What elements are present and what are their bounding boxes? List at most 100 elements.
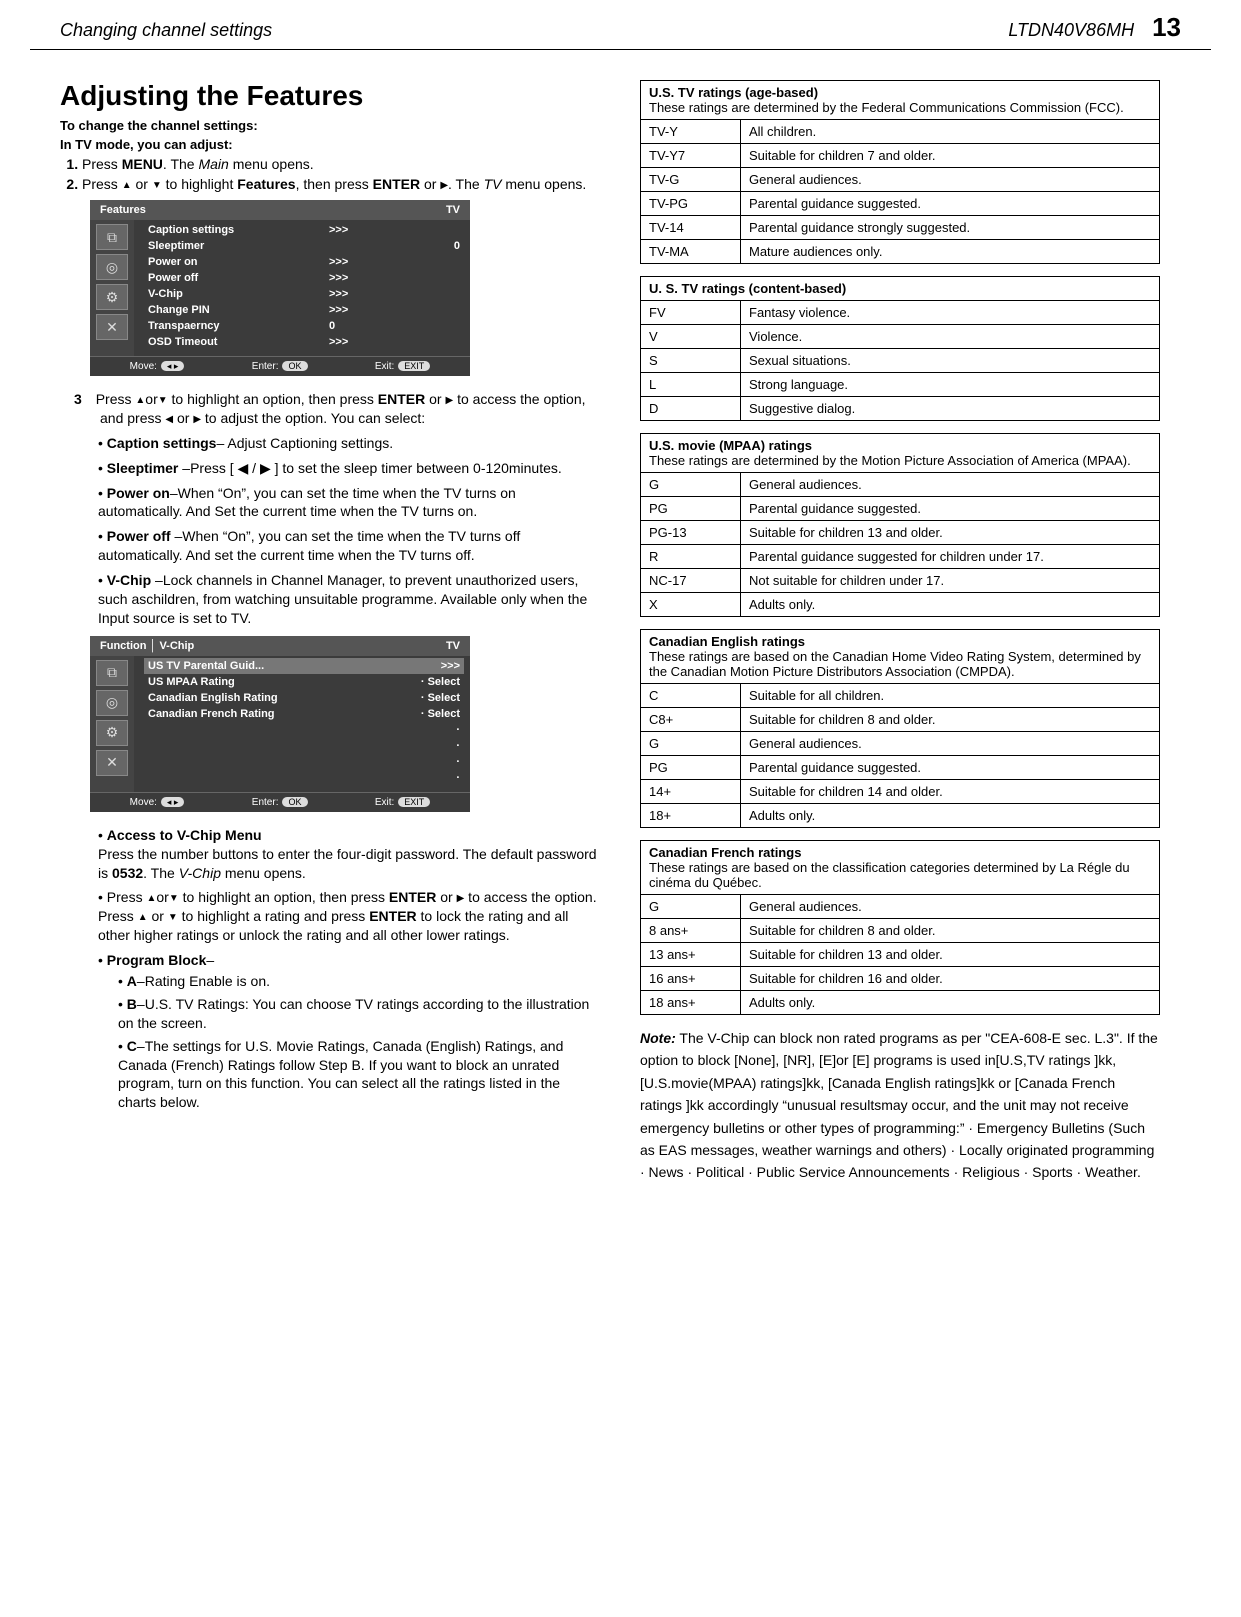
osd-row[interactable]: Power on>>> — [148, 254, 460, 270]
table-row: CSuitable for all children. — [641, 684, 1159, 707]
osd-row[interactable]: Transpaerncy0 — [148, 318, 460, 334]
vchip-press-bullet: Press ▲or▼ to highlight an option, then … — [98, 888, 600, 945]
step-1: Press MENU. The Main menu opens. — [82, 156, 600, 172]
table-row: GGeneral audiences. — [641, 895, 1159, 918]
table-row: DSuggestive dialog. — [641, 396, 1159, 420]
triangle-left-icon: ◀ — [165, 414, 173, 425]
triangle-up-icon: ▲ — [135, 395, 145, 406]
osd-row[interactable]: · — [148, 738, 460, 754]
table-row: SSexual situations. — [641, 348, 1159, 372]
page-title: Adjusting the Features — [60, 80, 600, 112]
table-row: TV-PGParental guidance suggested. — [641, 191, 1159, 215]
right-column: U.S. TV ratings (age-based)These ratings… — [640, 80, 1160, 1198]
table-row: GGeneral audiences. — [641, 473, 1159, 496]
tv-icon: ⧉ — [96, 224, 128, 250]
osd-row[interactable]: · — [148, 770, 460, 786]
osd-mode: TV — [446, 204, 460, 216]
gear-icon: ⚙ — [96, 284, 128, 310]
table-row: TV-YAll children. — [641, 120, 1159, 143]
table-row: TV-Y7Suitable for children 7 and older. — [641, 143, 1159, 167]
osd-row[interactable]: Canadian French Rating· Select — [148, 706, 460, 722]
table-row: PGParental guidance suggested. — [641, 496, 1159, 520]
table-row: LStrong language. — [641, 372, 1159, 396]
osd-row[interactable]: Power off>>> — [148, 270, 460, 286]
table-row: XAdults only. — [641, 592, 1159, 616]
triangle-right-icon: ▶ — [193, 414, 201, 425]
table-row: NC-17Not suitable for children under 17. — [641, 568, 1159, 592]
tools-icon: ✕ — [96, 750, 128, 776]
osd-mode: TV — [446, 640, 460, 652]
osd-row[interactable]: Caption settings>>> — [148, 222, 460, 238]
osd-row[interactable]: US MPAA Rating· Select — [148, 674, 460, 690]
feature-bullet: Caption settings– Adjust Captioning sett… — [98, 434, 600, 453]
triangle-right-icon: ▶ — [445, 395, 453, 406]
tuner-icon: ◎ — [96, 254, 128, 280]
table-row: TV-MAMature audiences only. — [641, 239, 1159, 263]
tv-icon: ⧉ — [96, 660, 128, 686]
header-page-number: 13 — [1152, 12, 1181, 43]
table-row: PG-13Suitable for children 13 and older. — [641, 520, 1159, 544]
osd-row[interactable]: · — [148, 722, 460, 738]
feature-bullet: Power off –When “On”, you can set the ti… — [98, 527, 600, 565]
osd-side-icons: ⧉ ◎ ⚙ ✕ — [90, 656, 134, 792]
arrows-icon: ◂ ▸ — [161, 361, 185, 371]
ok-button[interactable]: OK — [282, 797, 307, 807]
table-row: 16 ans+Suitable for children 16 and olde… — [641, 966, 1159, 990]
feature-bullet: Sleeptimer –Press [ ◀ / ▶ ] to set the s… — [98, 459, 600, 478]
osd-row[interactable]: Canadian English Rating· Select — [148, 690, 460, 706]
table-row: C8+Suitable for children 8 and older. — [641, 707, 1159, 731]
osd-title: Features — [100, 204, 146, 216]
triangle-down-icon: ▼ — [168, 912, 178, 923]
table-row: FVFantasy violence. — [641, 301, 1159, 324]
header-model: LTDN40V86MH — [1008, 20, 1134, 41]
step-2: Press ▲ or ▼ to highlight Features, then… — [82, 176, 600, 192]
exit-button[interactable]: EXIT — [398, 361, 430, 371]
ok-button[interactable]: OK — [282, 361, 307, 371]
vchip-access-bullet: Access to V-Chip Menu Press the number b… — [98, 826, 600, 883]
osd-side-icons: ⧉ ◎ ⚙ ✕ — [90, 220, 134, 356]
osd-row[interactable]: OSD Timeout>>> — [148, 334, 460, 350]
triangle-up-icon: ▲ — [146, 893, 156, 904]
page-header: Changing channel settings LTDN40V86MH 13 — [0, 0, 1241, 47]
table-row: RParental guidance suggested for childre… — [641, 544, 1159, 568]
note-paragraph: Note: The V-Chip can block non rated pro… — [640, 1027, 1160, 1184]
feature-bullet: V-Chip –Lock channels in Channel Manager… — [98, 571, 600, 628]
osd-title: V-Chip — [159, 640, 194, 652]
step-3: 3 Press ▲or▼ to highlight an option, the… — [100, 390, 600, 428]
intro-line-2: In TV mode, you can adjust: — [60, 137, 600, 152]
osd-row[interactable]: Change PIN>>> — [148, 302, 460, 318]
triangle-down-icon: ▼ — [169, 893, 179, 904]
us-mpaa-table: U.S. movie (MPAA) ratingsThese ratings a… — [640, 433, 1160, 617]
canadian-english-table: Canadian English ratingsThese ratings ar… — [640, 629, 1160, 828]
table-row: VViolence. — [641, 324, 1159, 348]
table-row: 18+Adults only. — [641, 803, 1159, 827]
canadian-french-table: Canadian French ratingsThese ratings are… — [640, 840, 1160, 1015]
table-row: 13 ans+Suitable for children 13 and olde… — [641, 942, 1159, 966]
tuner-icon: ◎ — [96, 690, 128, 716]
osd-row[interactable]: Sleeptimer0 — [148, 238, 460, 254]
triangle-right-icon: ▶ — [457, 893, 465, 904]
triangle-down-icon: ▼ — [158, 395, 168, 406]
osd-row[interactable]: · — [148, 754, 460, 770]
table-row: TV-14Parental guidance strongly suggeste… — [641, 215, 1159, 239]
left-column: Adjusting the Features To change the cha… — [60, 80, 600, 1198]
table-row: PGParental guidance suggested. — [641, 755, 1159, 779]
gear-icon: ⚙ — [96, 720, 128, 746]
triangle-up-icon: ▲ — [138, 912, 148, 923]
us-tv-age-table: U.S. TV ratings (age-based)These ratings… — [640, 80, 1160, 264]
osd-function-label: Function — [100, 640, 146, 652]
osd-row[interactable]: US TV Parental Guid...>>> — [144, 658, 464, 674]
osd-row[interactable]: V-Chip>>> — [148, 286, 460, 302]
exit-button[interactable]: EXIT — [398, 797, 430, 807]
triangle-right-icon: ▶ — [440, 180, 448, 191]
osd-vchip-menu: Function │ V-Chip TV ⧉ ◎ ⚙ ✕ US TV Paren… — [90, 636, 470, 812]
tools-icon: ✕ — [96, 314, 128, 340]
table-row: GGeneral audiences. — [641, 731, 1159, 755]
feature-bullet: Power on–When “On”, you can set the time… — [98, 484, 600, 522]
table-row: 14+Suitable for children 14 and older. — [641, 779, 1159, 803]
triangle-down-icon: ▼ — [152, 180, 162, 191]
intro-line-1: To change the channel settings: — [60, 118, 600, 133]
header-section: Changing channel settings — [60, 20, 272, 41]
table-row: TV-GGeneral audiences. — [641, 167, 1159, 191]
arrows-icon: ◂ ▸ — [161, 797, 185, 807]
